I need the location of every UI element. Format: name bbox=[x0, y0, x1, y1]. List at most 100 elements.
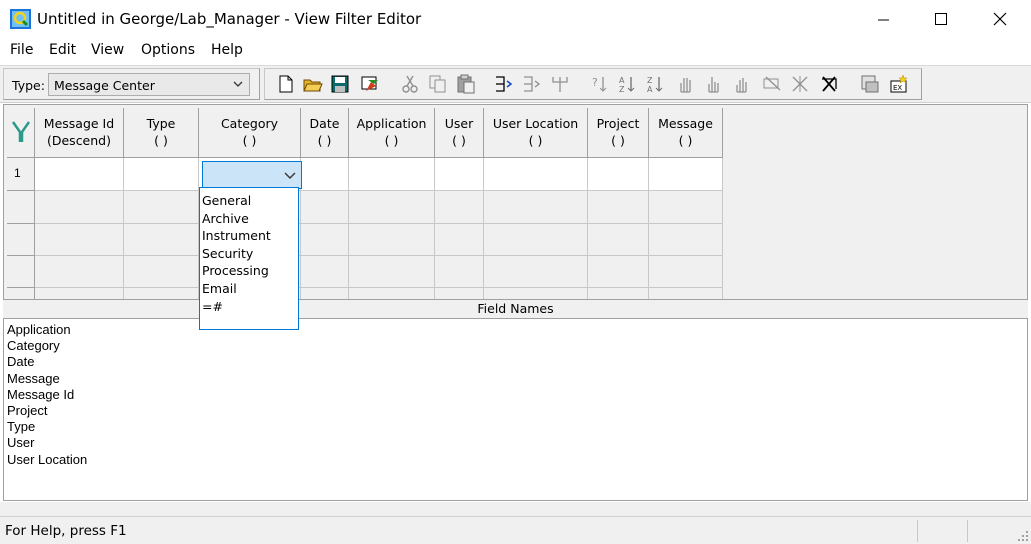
grid-cell[interactable] bbox=[484, 288, 588, 299]
row-header[interactable] bbox=[7, 224, 35, 256]
clear-row-icon[interactable] bbox=[762, 74, 782, 94]
hand-grab-icon[interactable] bbox=[732, 74, 752, 94]
copy-icon[interactable] bbox=[428, 74, 448, 94]
grid-cell[interactable] bbox=[301, 288, 349, 299]
field-name-item[interactable]: Message bbox=[7, 371, 1027, 387]
option-expression[interactable]: =# bbox=[200, 298, 298, 316]
clear-column-icon[interactable] bbox=[790, 74, 810, 94]
field-name-item[interactable]: Message Id bbox=[7, 387, 1027, 403]
sort-question-icon[interactable]: ? bbox=[590, 74, 610, 94]
field-name-item[interactable]: Project bbox=[7, 403, 1027, 419]
execute-icon[interactable]: EX bbox=[889, 74, 909, 94]
grid-cell[interactable] bbox=[349, 256, 435, 288]
grid-cell[interactable] bbox=[484, 256, 588, 288]
grid-cell[interactable] bbox=[649, 158, 723, 191]
clear-all-icon[interactable] bbox=[820, 74, 840, 94]
grid-cell[interactable] bbox=[435, 158, 484, 191]
option-processing[interactable]: Processing bbox=[200, 262, 298, 280]
grid-cell[interactable] bbox=[35, 191, 124, 224]
open-folder-icon[interactable] bbox=[303, 74, 323, 94]
field-name-item[interactable]: User Location bbox=[7, 452, 1027, 468]
column-header-user[interactable]: User ( ) bbox=[435, 108, 484, 158]
column-header-message[interactable]: Message ( ) bbox=[649, 108, 723, 158]
grid-cell[interactable] bbox=[484, 158, 588, 191]
grid-cell[interactable] bbox=[649, 191, 723, 224]
field-name-item[interactable]: Category bbox=[7, 338, 1027, 354]
grid-cell[interactable] bbox=[588, 191, 649, 224]
row-header[interactable] bbox=[7, 191, 35, 224]
column-header-application[interactable]: Application ( ) bbox=[349, 108, 435, 158]
sort-descending-icon[interactable]: ZA bbox=[646, 74, 666, 94]
grid-cell[interactable] bbox=[588, 288, 649, 299]
grid-cell[interactable] bbox=[35, 158, 124, 191]
grid-cell[interactable] bbox=[484, 224, 588, 256]
hand-pointer-icon[interactable] bbox=[704, 74, 724, 94]
preview-icon[interactable] bbox=[860, 74, 880, 94]
grid-cell[interactable] bbox=[35, 256, 124, 288]
column-header-user-location[interactable]: User Location ( ) bbox=[484, 108, 588, 158]
menu-file[interactable]: File bbox=[10, 42, 33, 58]
column-header-type[interactable]: Type ( ) bbox=[124, 108, 199, 158]
option-general[interactable]: General bbox=[200, 192, 298, 210]
column-header-message-id[interactable]: Message Id (Descend) bbox=[35, 108, 124, 158]
grid-cell[interactable] bbox=[484, 191, 588, 224]
column-header-date[interactable]: Date ( ) bbox=[301, 108, 349, 158]
save-icon[interactable] bbox=[330, 74, 350, 94]
grid-cell[interactable] bbox=[349, 224, 435, 256]
option-archive[interactable]: Archive bbox=[200, 210, 298, 228]
grid-cell[interactable] bbox=[349, 288, 435, 299]
grid-cell[interactable] bbox=[588, 224, 649, 256]
grid-cell[interactable] bbox=[649, 256, 723, 288]
new-document-icon[interactable] bbox=[276, 74, 296, 94]
row-header[interactable] bbox=[7, 288, 35, 299]
option-email[interactable]: Email bbox=[200, 280, 298, 298]
menu-help[interactable]: Help bbox=[211, 42, 243, 58]
grid-cell[interactable] bbox=[349, 191, 435, 224]
grid-cell[interactable] bbox=[435, 288, 484, 299]
resize-grip-icon[interactable] bbox=[1017, 530, 1029, 542]
menu-view[interactable]: View bbox=[91, 42, 124, 58]
close-button[interactable] bbox=[972, 0, 1030, 38]
minimize-button[interactable] bbox=[855, 0, 913, 38]
grid-cell[interactable] bbox=[588, 158, 649, 191]
paste-icon[interactable] bbox=[456, 74, 476, 94]
type-select[interactable]: Message Center bbox=[48, 73, 250, 96]
grid-cell[interactable] bbox=[435, 256, 484, 288]
field-name-item[interactable]: User bbox=[7, 435, 1027, 451]
grid-cell[interactable] bbox=[124, 256, 199, 288]
grid-cell[interactable] bbox=[301, 158, 349, 191]
grid-cell[interactable] bbox=[301, 256, 349, 288]
maximize-button[interactable] bbox=[913, 0, 971, 38]
sort-ascending-icon[interactable]: AZ bbox=[618, 74, 638, 94]
delete-column-icon[interactable] bbox=[550, 74, 570, 94]
apply-filter-icon[interactable] bbox=[360, 74, 380, 94]
grid-cell[interactable] bbox=[124, 191, 199, 224]
append-column-icon[interactable] bbox=[522, 74, 542, 94]
grid-cell[interactable] bbox=[435, 224, 484, 256]
grid-cell[interactable] bbox=[301, 224, 349, 256]
category-cell-dropdown[interactable] bbox=[202, 161, 302, 189]
insert-column-icon[interactable] bbox=[494, 74, 514, 94]
menu-options[interactable]: Options bbox=[141, 42, 195, 58]
grid-cell[interactable] bbox=[124, 158, 199, 191]
field-name-item[interactable]: Type bbox=[7, 419, 1027, 435]
option-security[interactable]: Security bbox=[200, 245, 298, 263]
grid-cell[interactable] bbox=[649, 224, 723, 256]
grid-cell[interactable] bbox=[124, 288, 199, 299]
row-header-1[interactable]: 1 bbox=[7, 158, 35, 191]
cut-icon[interactable] bbox=[400, 74, 420, 94]
grid-cell[interactable] bbox=[35, 288, 124, 299]
grid-cell[interactable] bbox=[649, 288, 723, 299]
grid-cell[interactable] bbox=[588, 256, 649, 288]
hand-select-icon[interactable] bbox=[676, 74, 696, 94]
grid-cell[interactable] bbox=[124, 224, 199, 256]
menu-edit[interactable]: Edit bbox=[49, 42, 76, 58]
column-header-category[interactable]: Category ( ) bbox=[199, 108, 301, 158]
field-name-item[interactable]: Application bbox=[7, 322, 1027, 338]
grid-cell[interactable] bbox=[349, 158, 435, 191]
grid-cell[interactable] bbox=[435, 191, 484, 224]
row-header[interactable] bbox=[7, 256, 35, 288]
grid-cell[interactable] bbox=[35, 224, 124, 256]
grid-cell[interactable] bbox=[301, 191, 349, 224]
field-name-item[interactable]: Date bbox=[7, 354, 1027, 370]
